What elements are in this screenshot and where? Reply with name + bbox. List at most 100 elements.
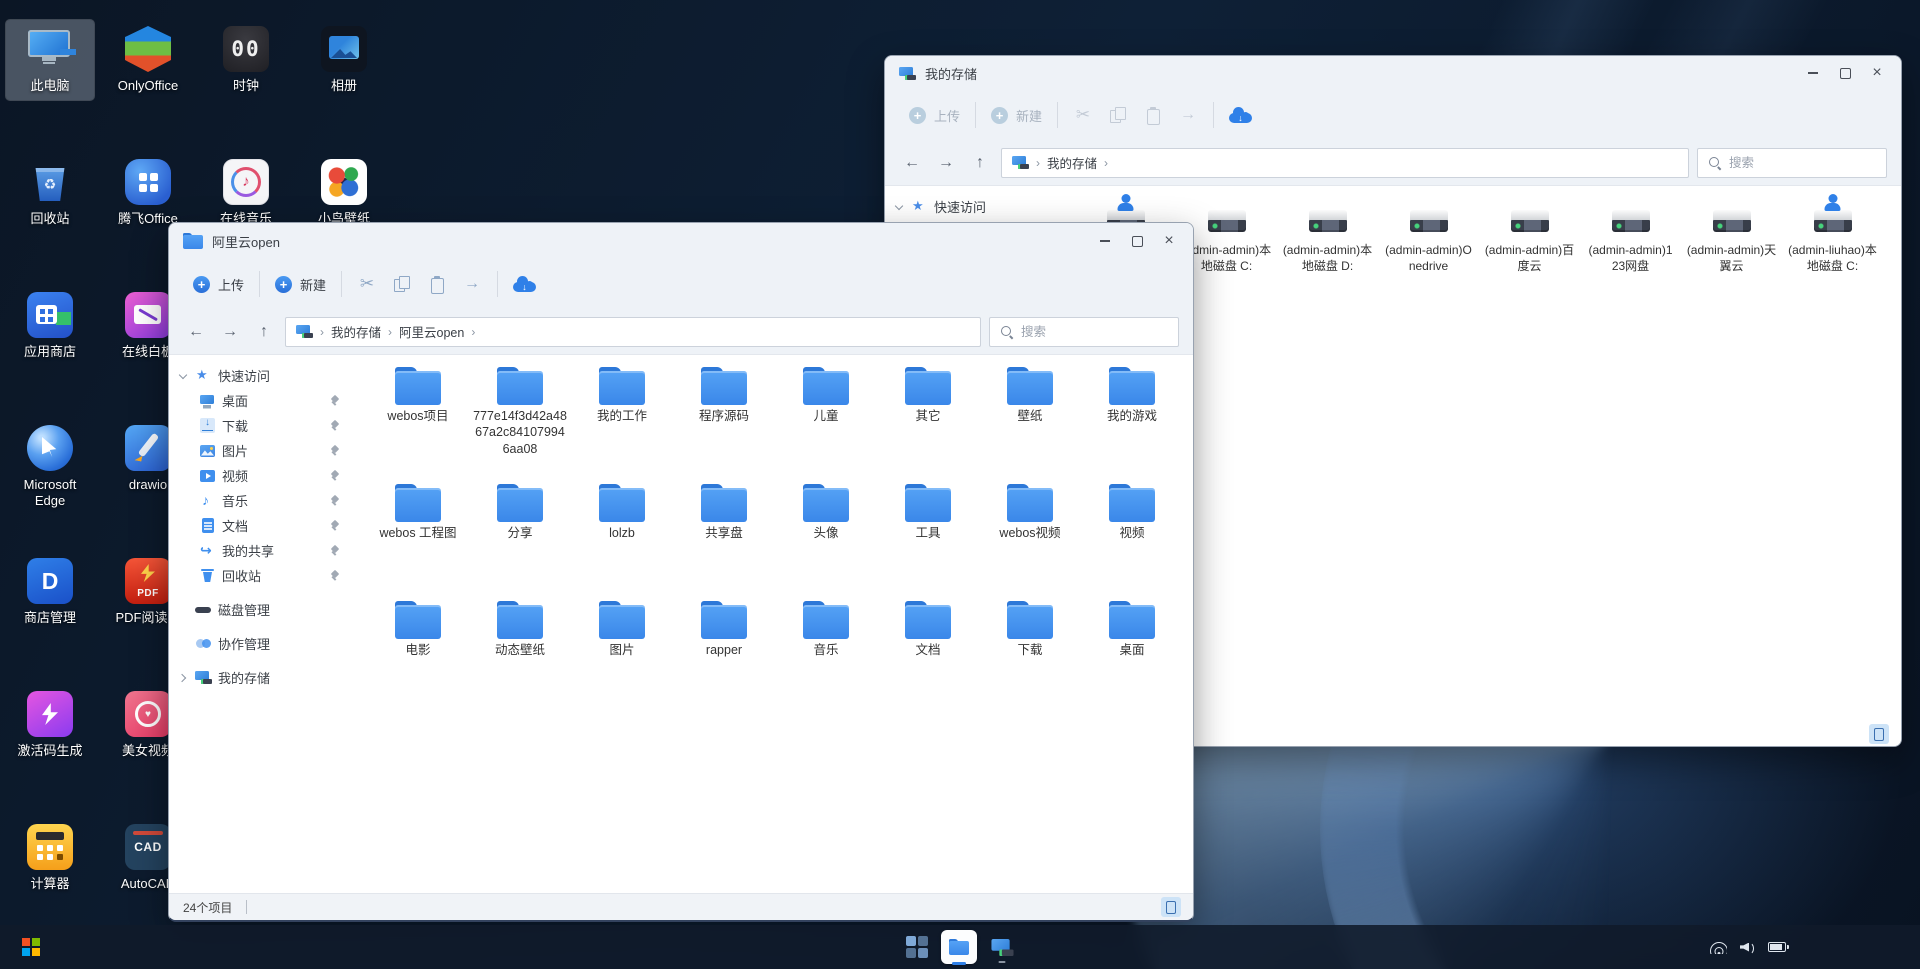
grid-view-button[interactable] bbox=[1161, 897, 1181, 917]
start-button[interactable] bbox=[22, 938, 40, 956]
minimize-button[interactable] bbox=[1089, 229, 1121, 253]
drive-item-local-disk-d[interactable]: (admin-admin)本地磁盘 D: bbox=[1277, 192, 1378, 326]
grid-view-button[interactable] bbox=[1869, 724, 1889, 744]
taskbar-file-manager-active[interactable] bbox=[941, 930, 977, 964]
titlebar[interactable]: 我的存储 bbox=[885, 56, 1901, 90]
maximize-button[interactable] bbox=[1121, 229, 1153, 253]
minimize-button[interactable] bbox=[1797, 61, 1829, 85]
up-button[interactable] bbox=[251, 319, 277, 345]
chevron-icon[interactable] bbox=[893, 201, 905, 213]
breadcrumb-item[interactable]: 我的存储 bbox=[331, 322, 381, 341]
folder-item[interactable]: 程序源码 bbox=[673, 365, 775, 482]
folder-item[interactable]: rapper bbox=[673, 599, 775, 716]
desktop-icon-onlyoffice[interactable]: OnlyOffice bbox=[104, 20, 192, 100]
desktop-icon-this-pc[interactable]: 此电脑 bbox=[6, 20, 94, 100]
folder-item[interactable]: 工具 bbox=[877, 482, 979, 599]
chevron-icon[interactable] bbox=[177, 638, 189, 650]
drive-item-tianyi-cloud[interactable]: (admin-admin)天翼云 bbox=[1681, 192, 1782, 326]
move-icon[interactable] bbox=[1178, 105, 1198, 125]
cloud-download-icon[interactable] bbox=[513, 276, 537, 293]
sidebar-item-quick-access[interactable]: 快速访问 bbox=[169, 363, 353, 388]
up-button[interactable] bbox=[967, 150, 993, 176]
close-button[interactable] bbox=[1861, 61, 1893, 85]
chevron-icon[interactable] bbox=[177, 370, 189, 382]
back-button[interactable] bbox=[183, 319, 209, 345]
sidebar-item-desktop[interactable]: 桌面 bbox=[169, 388, 353, 413]
desktop-icon-calculator[interactable]: 计算器 bbox=[6, 818, 94, 898]
desktop-icon-clock[interactable]: 时钟 bbox=[202, 20, 290, 100]
volume-icon[interactable] bbox=[1740, 941, 1755, 954]
upload-button[interactable]: 上传 bbox=[909, 106, 960, 125]
desktop-icon-album[interactable]: 相册 bbox=[300, 20, 388, 100]
sidebar-item-music[interactable]: 音乐 bbox=[169, 488, 353, 513]
cut-icon[interactable] bbox=[1073, 105, 1093, 125]
copy-icon[interactable] bbox=[392, 274, 412, 294]
sidebar-item-pictures[interactable]: 图片 bbox=[169, 438, 353, 463]
forward-button[interactable] bbox=[217, 319, 243, 345]
chevron-icon[interactable] bbox=[177, 672, 189, 684]
folder-item[interactable]: 视频 bbox=[1081, 482, 1183, 599]
forward-button[interactable] bbox=[933, 150, 959, 176]
titlebar[interactable]: 阿里云open bbox=[169, 223, 1193, 259]
drive-item-onedrive[interactable]: (admin-admin)Onedrive bbox=[1378, 192, 1479, 326]
sidebar-item-documents[interactable]: 文档 bbox=[169, 513, 353, 538]
drive-item-123-cloud[interactable]: (admin-admin)123网盘 bbox=[1580, 192, 1681, 326]
chevron-icon[interactable] bbox=[177, 604, 189, 616]
sidebar-item-quick-access[interactable]: 快速访问 bbox=[885, 194, 1069, 219]
address-bar[interactable]: 我的存储 bbox=[1001, 148, 1689, 178]
move-icon[interactable] bbox=[462, 274, 482, 294]
folder-item[interactable]: 儿童 bbox=[775, 365, 877, 482]
wifi-icon[interactable] bbox=[1710, 941, 1727, 954]
upload-button[interactable]: 上传 bbox=[193, 275, 244, 294]
maximize-button[interactable] bbox=[1829, 61, 1861, 85]
folder-item[interactable]: 动态壁纸 bbox=[469, 599, 571, 716]
folder-item[interactable]: 我的工作 bbox=[571, 365, 673, 482]
sidebar-item-recycle-bin[interactable]: 回收站 bbox=[169, 563, 353, 588]
folder-item[interactable]: 文档 bbox=[877, 599, 979, 716]
cut-icon[interactable] bbox=[357, 274, 377, 294]
folder-item[interactable]: 壁纸 bbox=[979, 365, 1081, 482]
sidebar-item-downloads[interactable]: 下载 bbox=[169, 413, 353, 438]
paste-icon[interactable] bbox=[1143, 105, 1163, 125]
desktop-icon-recycle-bin[interactable]: 回收站 bbox=[6, 153, 94, 233]
breadcrumb-item[interactable]: 我的存储 bbox=[1047, 153, 1097, 172]
folder-item[interactable]: 头像 bbox=[775, 482, 877, 599]
battery-icon[interactable] bbox=[1768, 942, 1786, 952]
desktop-icon-ms-edge[interactable]: Microsoft Edge bbox=[6, 419, 94, 516]
address-bar[interactable]: 我的存储 阿里云open bbox=[285, 317, 981, 347]
drive-item-baidu-cloud[interactable]: (admin-admin)百度云 bbox=[1479, 192, 1580, 326]
new-button[interactable]: 新建 bbox=[275, 275, 326, 294]
taskbar-this-pc[interactable] bbox=[985, 930, 1019, 964]
folder-item[interactable]: 其它 bbox=[877, 365, 979, 482]
drive-item-liuhao-local-disk-c[interactable]: (admin-liuhao)本地磁盘 C: bbox=[1782, 192, 1883, 326]
desktop-icon-keygen[interactable]: 激活码生成 bbox=[6, 685, 94, 765]
folder-item[interactable]: webos项目 bbox=[367, 365, 469, 482]
folder-item[interactable]: 下载 bbox=[979, 599, 1081, 716]
copy-icon[interactable] bbox=[1108, 105, 1128, 125]
folder-item[interactable]: 分享 bbox=[469, 482, 571, 599]
folder-item[interactable]: webos 工程图 bbox=[367, 482, 469, 599]
app-launcher-icon[interactable] bbox=[901, 931, 933, 963]
folder-item[interactable]: 共享盘 bbox=[673, 482, 775, 599]
folder-item[interactable]: 桌面 bbox=[1081, 599, 1183, 716]
close-button[interactable] bbox=[1153, 229, 1185, 253]
window-aliyun-open[interactable]: 阿里云open 上传 新建 bbox=[168, 222, 1194, 922]
folder-item[interactable]: 音乐 bbox=[775, 599, 877, 716]
search-input[interactable] bbox=[1021, 325, 1168, 339]
breadcrumb-item[interactable]: 阿里云open bbox=[399, 322, 464, 341]
folder-item[interactable]: lolzb bbox=[571, 482, 673, 599]
sidebar-item-videos[interactable]: 视频 bbox=[169, 463, 353, 488]
sidebar-item-my-shares[interactable]: 我的共享 bbox=[169, 538, 353, 563]
folder-item[interactable]: webos视频 bbox=[979, 482, 1081, 599]
paste-icon[interactable] bbox=[427, 274, 447, 294]
sidebar-item-collaboration[interactable]: 协作管理 bbox=[169, 631, 353, 656]
desktop-icon-store-manager[interactable]: 商店管理 bbox=[6, 552, 94, 632]
back-button[interactable] bbox=[899, 150, 925, 176]
cloud-download-icon[interactable] bbox=[1229, 107, 1253, 124]
new-button[interactable]: 新建 bbox=[991, 106, 1042, 125]
folder-item[interactable]: 777e14f3d42a4867a2c841079946aa08 bbox=[469, 365, 571, 482]
search-input[interactable] bbox=[1729, 156, 1876, 170]
folder-item[interactable]: 我的游戏 bbox=[1081, 365, 1183, 482]
desktop-icon-app-store[interactable]: 应用商店 bbox=[6, 286, 94, 366]
sidebar-item-my-storage[interactable]: 我的存储 bbox=[169, 665, 353, 690]
